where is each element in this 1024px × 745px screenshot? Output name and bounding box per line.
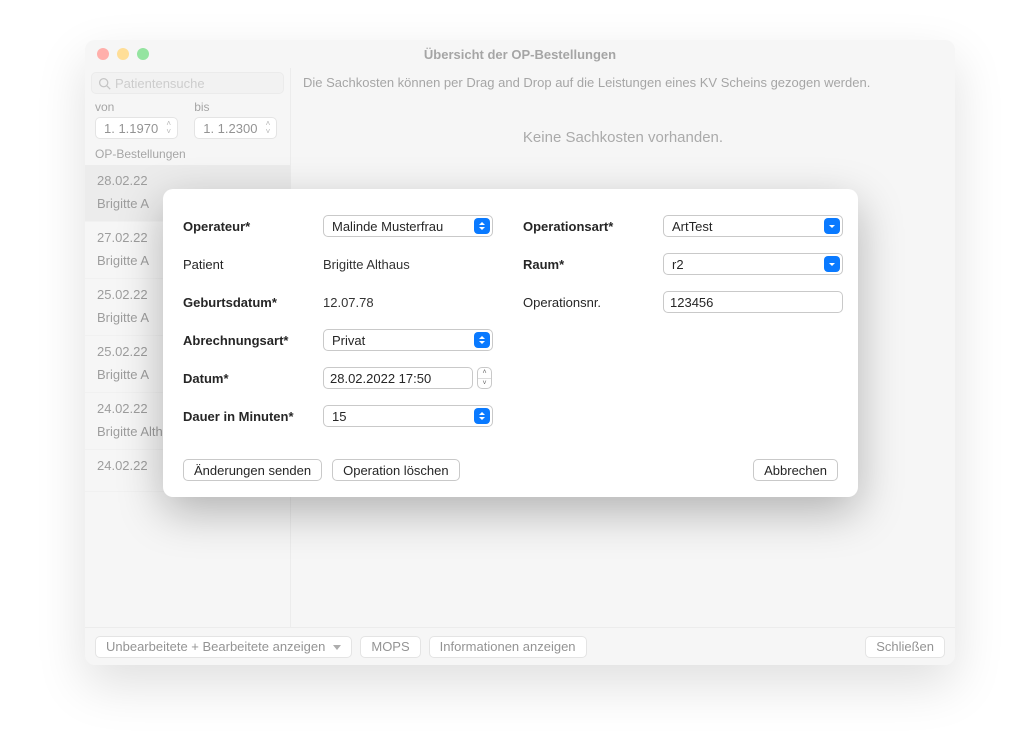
operationsnr-field[interactable]: 123456 (663, 291, 843, 313)
datum-field[interactable]: 28.02.2022 17:50 (323, 367, 473, 389)
raum-select[interactable]: r2 (663, 253, 843, 275)
select-indicator-icon (474, 408, 490, 424)
edit-order-modal: Operateur* Malinde Musterfrau Patient Br… (163, 189, 858, 497)
delete-button[interactable]: Operation löschen (332, 459, 460, 481)
dauer-select[interactable]: 15 (323, 405, 493, 427)
operationsart-select[interactable]: ArtTest (663, 215, 843, 237)
cancel-button[interactable]: Abbrechen (753, 459, 838, 481)
patient-label: Patient (183, 257, 323, 272)
abrechnungsart-label: Abrechnungsart* (183, 333, 323, 348)
datum-stepper[interactable]: ˄˅ (477, 367, 492, 389)
geburtsdatum-value: 12.07.78 (323, 295, 493, 310)
save-button[interactable]: Änderungen senden (183, 459, 322, 481)
chevron-down-icon (824, 218, 840, 234)
operateur-label: Operateur* (183, 219, 323, 234)
raum-label: Raum* (523, 257, 663, 272)
operationsnr-label: Operationsnr. (523, 295, 663, 310)
dauer-label: Dauer in Minuten* (183, 409, 323, 424)
datum-label: Datum* (183, 371, 323, 386)
operateur-select[interactable]: Malinde Musterfrau (323, 215, 493, 237)
chevron-down-icon (824, 256, 840, 272)
operationsart-label: Operationsart* (523, 219, 663, 234)
patient-value: Brigitte Althaus (323, 257, 493, 272)
select-indicator-icon (474, 332, 490, 348)
abrechnungsart-select[interactable]: Privat (323, 329, 493, 351)
select-indicator-icon (474, 218, 490, 234)
geburtsdatum-label: Geburtsdatum* (183, 295, 323, 310)
